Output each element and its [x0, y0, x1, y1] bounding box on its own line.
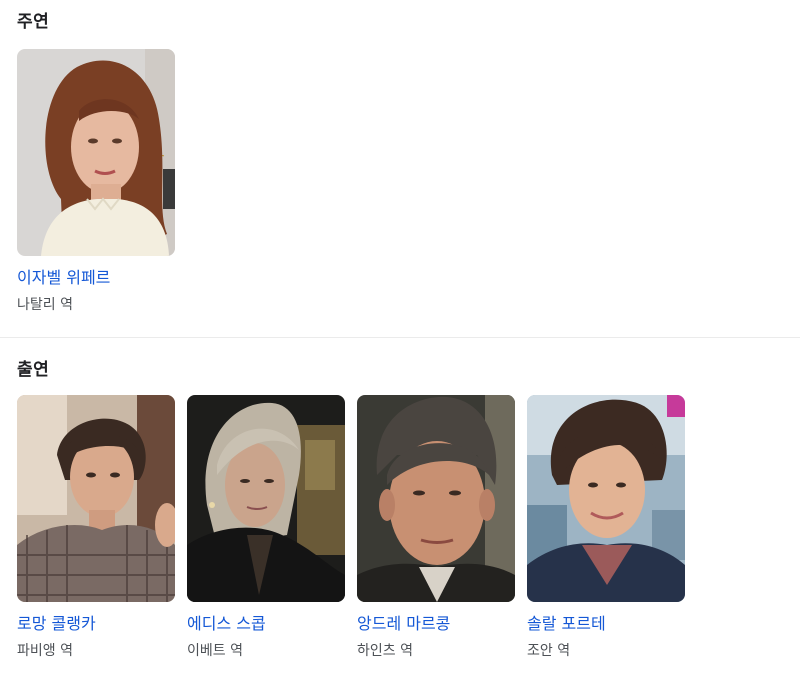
cast-card-solal-forte[interactable]: 솔랄 포르테 조안 역: [527, 395, 685, 661]
cast-card-roman-kolinka[interactable]: 로망 콜랭카 파비앵 역: [17, 395, 175, 661]
actor-name-link[interactable]: 이자벨 위페르: [17, 267, 175, 289]
actor-name-link[interactable]: 로망 콜랭카: [17, 613, 175, 635]
role-text: 나탈리 역: [17, 297, 73, 313]
section-divider: [0, 337, 800, 338]
role-text: 파비앵 역: [17, 643, 73, 659]
cast-card-edith-scob[interactable]: 에디스 스콥 이베트 역: [187, 395, 345, 661]
actor-name-link[interactable]: 앙드레 마르콩: [357, 613, 515, 635]
role-text: 하인츠 역: [357, 643, 413, 659]
actor-photo[interactable]: [17, 395, 175, 602]
lead-cast-list: r 이자벨 위페르 나탈리 역: [17, 49, 175, 315]
role-text: 조안 역: [527, 643, 571, 659]
cast-card-isabelle-huppert[interactable]: r 이자벨 위페르 나탈리 역: [17, 49, 175, 315]
section-title-supporting: 출연: [17, 360, 50, 380]
actor-photo-image: [357, 395, 515, 602]
actor-photo[interactable]: [357, 395, 515, 602]
actor-name-link[interactable]: 솔랄 포르테: [527, 613, 685, 635]
actor-photo-image: r: [17, 49, 175, 256]
section-title-lead: 주연: [17, 12, 50, 32]
role-text: 이베트 역: [187, 643, 243, 659]
actor-photo[interactable]: [187, 395, 345, 602]
actor-photo-image: [527, 395, 685, 602]
actor-name-link[interactable]: 에디스 스콥: [187, 613, 345, 635]
actor-photo[interactable]: [527, 395, 685, 602]
actor-photo-image: [187, 395, 345, 602]
supporting-cast-list: 로망 콜랭카 파비앵 역 에디스 스콥 이베트 역 앙드레 마르콩 하인츠 역 …: [17, 395, 685, 661]
cast-card-andre-marcon[interactable]: 앙드레 마르콩 하인츠 역: [357, 395, 515, 661]
actor-photo[interactable]: r: [17, 49, 175, 256]
actor-photo-image: [17, 395, 175, 602]
